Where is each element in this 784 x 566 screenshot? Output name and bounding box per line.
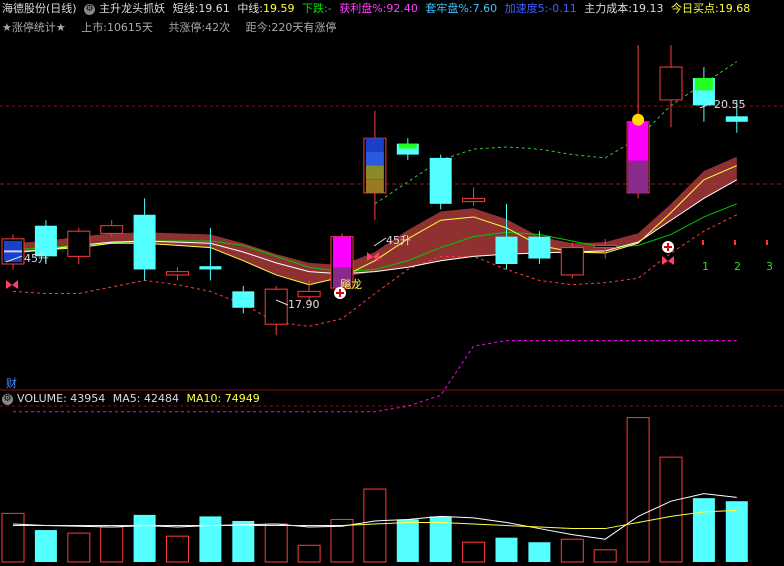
volume-bar — [264, 523, 288, 563]
volume-bar — [363, 488, 387, 563]
volume-bar — [100, 526, 124, 563]
volume-header: ⚙ VOLUME: 43954 MA5: 42484 MA10: 74949 — [2, 391, 264, 407]
candle-body — [659, 66, 683, 101]
volume-bar — [199, 516, 222, 562]
low-price-label: 17.90 — [288, 298, 320, 311]
candle-fill-magenta — [628, 121, 649, 161]
volume-bar — [626, 417, 650, 563]
volume-bar — [1, 512, 25, 563]
candle-body — [593, 244, 617, 249]
ma10-value: 74949 — [224, 392, 260, 405]
volume-bar — [34, 530, 57, 562]
ma5-value: 42484 — [144, 392, 180, 405]
high-price-label: 20.55 — [714, 98, 746, 111]
volume-bar — [232, 520, 255, 562]
red-tick — [766, 240, 768, 245]
butterfly-icon — [662, 256, 674, 265]
candle-body — [297, 290, 321, 298]
volume-value: 43954 — [70, 392, 106, 405]
count-label-2: 2 — [734, 260, 741, 273]
red-tick — [734, 240, 736, 245]
signal-dot — [632, 113, 645, 126]
volume-bar — [297, 544, 321, 563]
candle-fill-green — [398, 143, 417, 149]
settings-icon[interactable]: ⚙ — [2, 393, 13, 405]
candlestick-chart[interactable]: 20.5517.9045升45升飚龙1 2 3 — [0, 0, 784, 566]
butterfly-icon — [6, 280, 18, 289]
rise-label-1: 45升 — [24, 252, 49, 265]
volume-bar — [659, 456, 683, 563]
volume-bar — [166, 535, 189, 563]
rise-pointer — [373, 237, 387, 247]
candle-body — [462, 197, 486, 203]
candle-body — [133, 214, 156, 270]
volume-bar — [133, 514, 156, 562]
ma10-label: MA10: — [186, 392, 222, 405]
candle-body — [199, 266, 222, 270]
rise-label-2: 45升 — [386, 234, 411, 247]
volume-bar — [462, 541, 486, 563]
candle-body — [166, 271, 189, 276]
candle-fill-green — [694, 78, 713, 91]
volume-bar — [495, 537, 518, 562]
candle-body — [560, 247, 584, 276]
volume-bar — [692, 498, 715, 562]
volume-bar — [560, 538, 584, 563]
candle-body — [264, 288, 288, 325]
upper-green-dashed-line — [374, 61, 738, 205]
candle-body — [232, 291, 255, 308]
candle-body — [725, 116, 748, 122]
ma5-label: MA5: — [112, 392, 141, 405]
volume-bar — [396, 519, 419, 562]
candle-body — [67, 230, 91, 257]
candle-fill-stack — [365, 151, 384, 166]
count-label-1: 1 — [702, 260, 709, 273]
candle-fill-magenta — [333, 236, 351, 268]
candle-fill-stack — [365, 138, 384, 152]
red-tick — [702, 240, 704, 245]
candle-fill-stack — [365, 165, 384, 180]
volume-bar — [67, 532, 91, 563]
candle-body — [429, 157, 452, 204]
volume-bar — [528, 542, 551, 562]
candle-fill-stack — [365, 179, 384, 193]
candle-body — [528, 236, 551, 259]
candle-body — [495, 236, 518, 264]
volume-bar — [593, 549, 617, 563]
volume-label: VOLUME: — [17, 392, 67, 405]
candle-fill-purple — [628, 160, 649, 193]
finance-tag[interactable]: 财 — [6, 375, 17, 391]
candle-body — [100, 225, 124, 234]
count-label-3: 3 — [766, 260, 773, 273]
